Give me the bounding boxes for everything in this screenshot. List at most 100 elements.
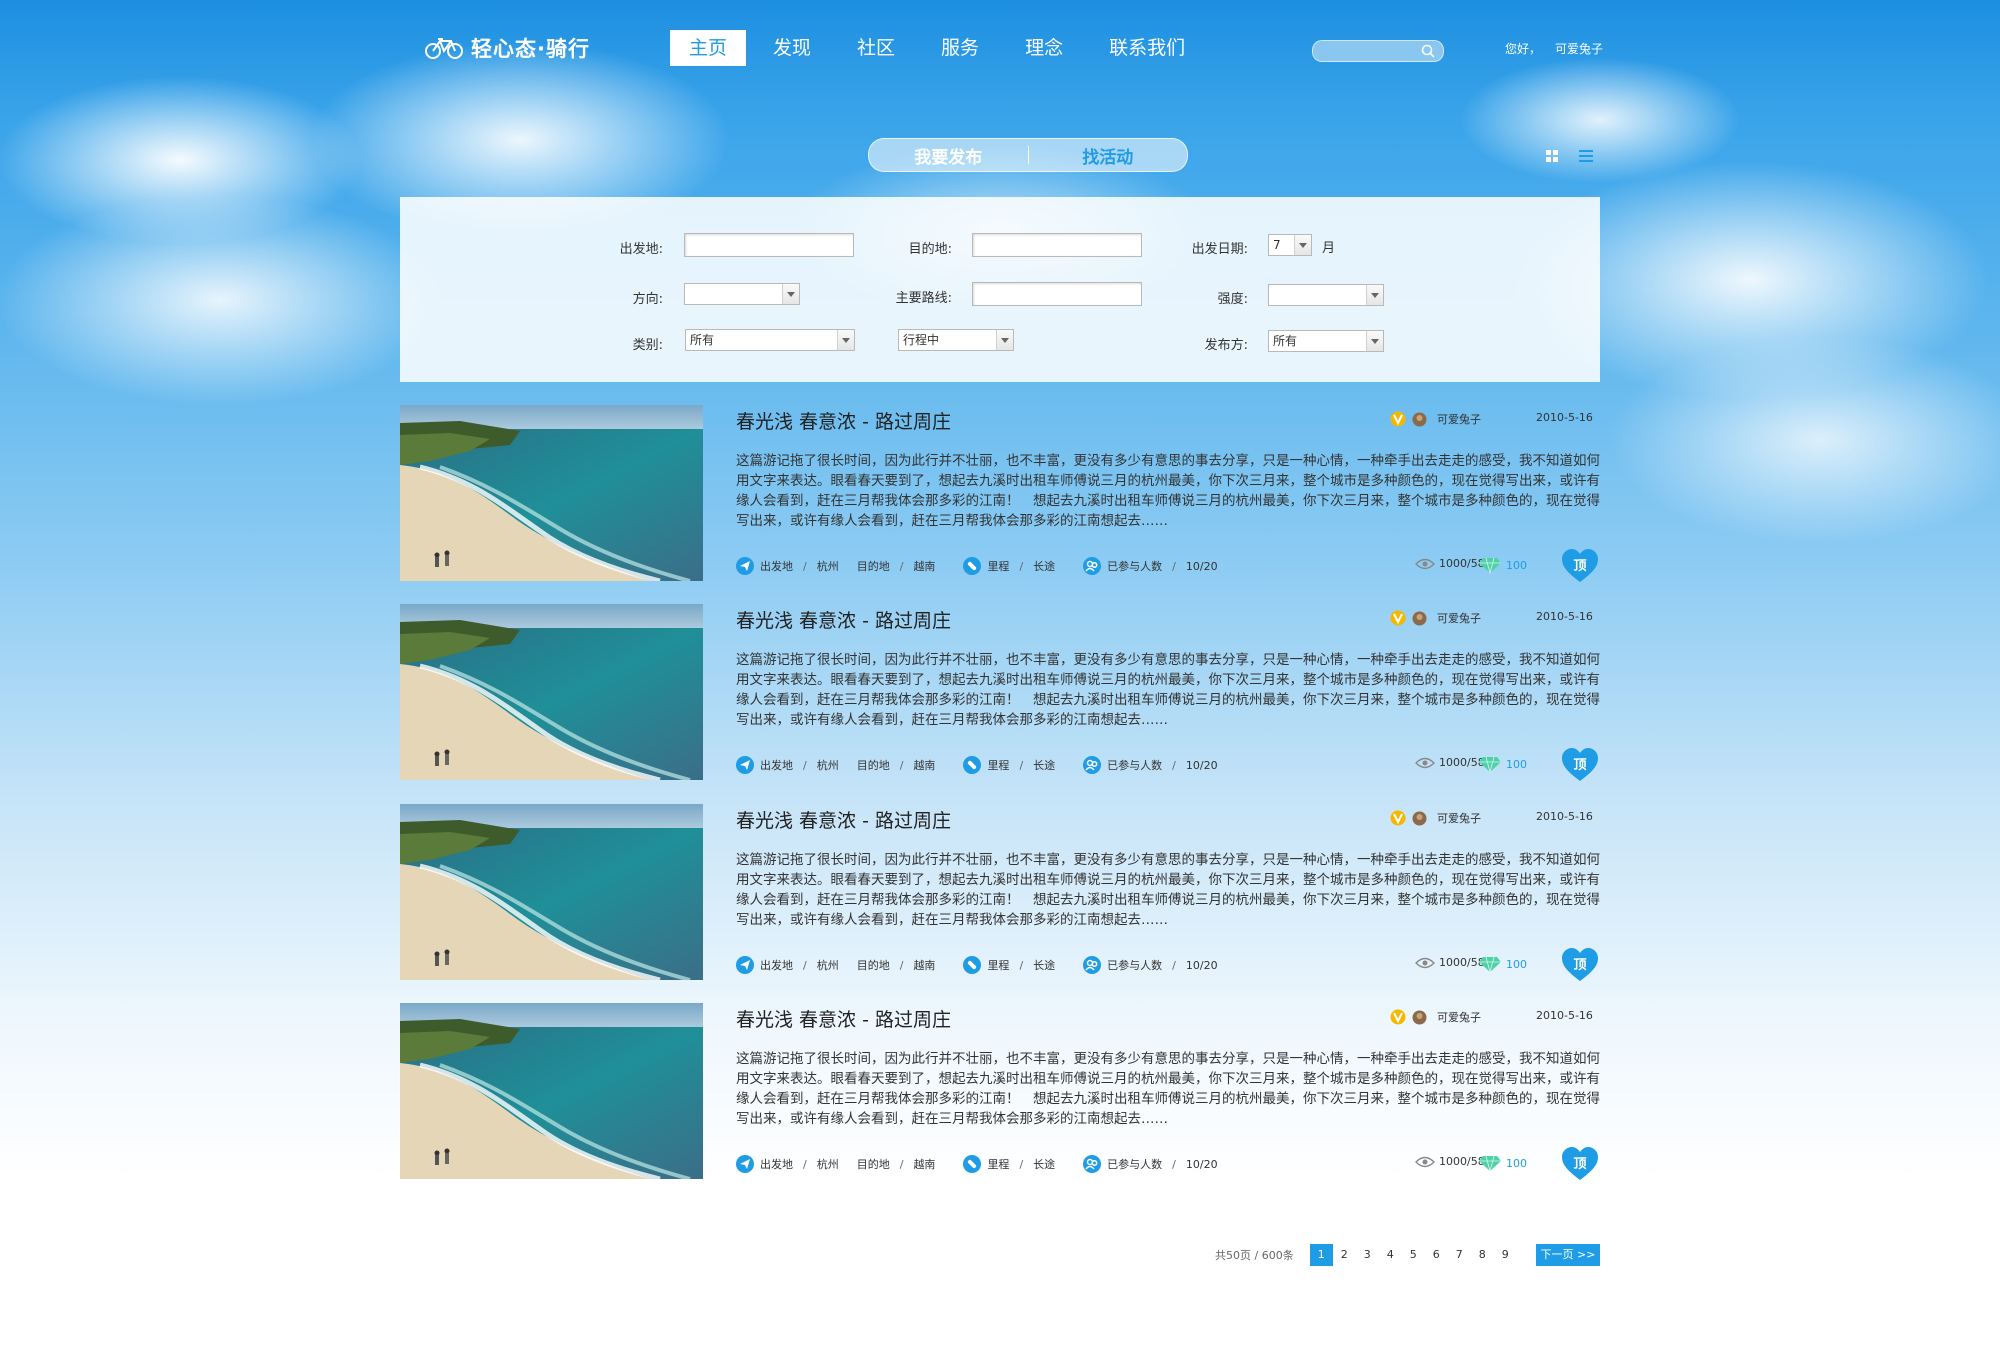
nav-home[interactable]: 主页 bbox=[670, 30, 747, 66]
status-value: 行程中 bbox=[903, 333, 940, 347]
route-label: 主要路线: bbox=[895, 291, 952, 306]
post-date: 2010-5-16 bbox=[1536, 411, 1593, 424]
origin-label: 出发地 bbox=[760, 959, 793, 972]
post-thumbnail[interactable] bbox=[400, 604, 703, 780]
month-select[interactable]: 7 bbox=[1268, 234, 1312, 256]
page-number[interactable]: 4 bbox=[1379, 1244, 1402, 1266]
page-number[interactable]: 2 bbox=[1333, 1244, 1356, 1266]
author-name[interactable]: 可爱兔子 bbox=[1437, 411, 1481, 427]
nav-philosophy[interactable]: 理念 bbox=[1006, 30, 1082, 66]
list-item[interactable]: 春光浅 春意浓 - 路过周庄 可爱兔子 2010-5-16 这篇游记拖了很长时间… bbox=[400, 1003, 1600, 1181]
post-date: 2010-5-16 bbox=[1536, 810, 1593, 823]
gem-count: 100 bbox=[1478, 556, 1527, 574]
nav-discover[interactable]: 发现 bbox=[754, 30, 830, 66]
separator: / bbox=[1172, 559, 1176, 573]
post-title[interactable]: 春光浅 春意浓 - 路过周庄 bbox=[736, 407, 951, 434]
paper-plane-icon bbox=[736, 1155, 754, 1173]
nav-community[interactable]: 社区 bbox=[838, 30, 914, 66]
list-item[interactable]: 春光浅 春意浓 - 路过周庄 可爱兔子 2010-5-16 这篇游记拖了很长时间… bbox=[400, 804, 1600, 982]
participants-value: 10/20 bbox=[1185, 758, 1218, 772]
upvote-button[interactable]: 顶 bbox=[1562, 948, 1598, 982]
separator: / bbox=[803, 758, 807, 772]
destination-value: 越南 bbox=[913, 1158, 936, 1171]
avatar[interactable] bbox=[1412, 611, 1427, 626]
list-view-icon[interactable] bbox=[1578, 148, 1594, 164]
post-title[interactable]: 春光浅 春意浓 - 路过周庄 bbox=[736, 606, 951, 633]
destination-input[interactable] bbox=[972, 233, 1142, 257]
destination-label: 目的地 bbox=[856, 959, 890, 972]
author-name[interactable]: 可爱兔子 bbox=[1437, 1009, 1481, 1025]
upvote-button[interactable]: 顶 bbox=[1562, 549, 1598, 583]
participants-value: 10/20 bbox=[1185, 958, 1218, 972]
upvote-button[interactable]: 顶 bbox=[1562, 1147, 1598, 1181]
username-link[interactable]: 可爱兔子 bbox=[1555, 40, 1603, 57]
destination-value: 越南 bbox=[913, 959, 936, 972]
page-number[interactable]: 7 bbox=[1448, 1244, 1471, 1266]
distance-label: 里程 bbox=[987, 1158, 1010, 1171]
search-icon[interactable] bbox=[1421, 44, 1435, 58]
month-unit: 月 bbox=[1322, 241, 1336, 256]
page-number[interactable]: 6 bbox=[1425, 1244, 1448, 1266]
vip-badge-icon bbox=[1390, 610, 1406, 626]
page-number[interactable]: 1 bbox=[1309, 1244, 1333, 1266]
publisher-select[interactable]: 所有 bbox=[1268, 330, 1384, 352]
distance-icon bbox=[963, 557, 982, 575]
month-value: 7 bbox=[1273, 238, 1281, 252]
tab-find-activity[interactable]: 找活动 bbox=[1029, 143, 1188, 168]
route-input[interactable] bbox=[972, 282, 1142, 306]
chevron-down-icon bbox=[1294, 235, 1311, 255]
author-name[interactable]: 可爱兔子 bbox=[1437, 810, 1481, 826]
search-box bbox=[1312, 40, 1444, 62]
post-thumbnail[interactable] bbox=[400, 804, 703, 980]
page-number[interactable]: 3 bbox=[1356, 1244, 1379, 1266]
author-name[interactable]: 可爱兔子 bbox=[1437, 610, 1481, 626]
destination-label: 目的地: bbox=[908, 242, 952, 257]
greeting-text: 您好， bbox=[1505, 42, 1542, 56]
upvote-label: 顶 bbox=[1573, 958, 1587, 973]
upvote-button[interactable]: 顶 bbox=[1562, 748, 1598, 782]
participants-label: 已参与人数 bbox=[1107, 560, 1163, 573]
site-logo[interactable]: 轻心态·骑行 bbox=[425, 34, 590, 62]
user-greeting: 您好， 可爱兔子 bbox=[1505, 40, 1603, 57]
distance-value: 长途 bbox=[1033, 759, 1056, 772]
beach-image bbox=[400, 804, 703, 980]
origin-value: 杭州 bbox=[816, 959, 839, 972]
distance-icon bbox=[963, 956, 982, 974]
chevron-down-icon bbox=[1366, 285, 1383, 305]
status-select[interactable]: 行程中 bbox=[898, 329, 1014, 351]
origin-input[interactable] bbox=[684, 233, 854, 257]
list-item[interactable]: 春光浅 春意浓 - 路过周庄 可爱兔子 2010-5-16 这篇游记拖了很长时间… bbox=[400, 604, 1600, 782]
search-input[interactable] bbox=[1321, 43, 1420, 61]
separator: / bbox=[1172, 1157, 1176, 1171]
page-number[interactable]: 9 bbox=[1494, 1244, 1517, 1266]
next-page-button[interactable]: 下一页 >> bbox=[1536, 1244, 1600, 1266]
post-thumbnail[interactable] bbox=[400, 405, 703, 581]
page-number[interactable]: 8 bbox=[1471, 1244, 1494, 1266]
destination-value: 越南 bbox=[913, 759, 936, 772]
gem-count-value: 100 bbox=[1506, 558, 1527, 572]
distance-icon bbox=[963, 756, 982, 774]
avatar[interactable] bbox=[1412, 412, 1427, 427]
direction-select[interactable] bbox=[684, 283, 800, 305]
category-select[interactable]: 所有 bbox=[685, 329, 855, 351]
intensity-select[interactable] bbox=[1268, 284, 1384, 306]
post-title[interactable]: 春光浅 春意浓 - 路过周庄 bbox=[736, 806, 951, 833]
upvote-label: 顶 bbox=[1573, 1157, 1587, 1172]
nav-contact[interactable]: 联系我们 bbox=[1090, 30, 1204, 66]
avatar[interactable] bbox=[1412, 1010, 1427, 1025]
destination-label: 目的地 bbox=[856, 759, 890, 772]
tab-publish[interactable]: 我要发布 bbox=[869, 143, 1028, 168]
nav-service[interactable]: 服务 bbox=[922, 30, 998, 66]
page-number[interactable]: 5 bbox=[1402, 1244, 1425, 1266]
post-title[interactable]: 春光浅 春意浓 - 路过周庄 bbox=[736, 1005, 951, 1032]
people-icon bbox=[1083, 557, 1102, 575]
gem-count-value: 100 bbox=[1506, 1156, 1527, 1170]
post-author: 可爱兔子 bbox=[1390, 610, 1481, 626]
origin-label: 出发地 bbox=[760, 759, 793, 772]
separator: / bbox=[803, 559, 807, 573]
avatar[interactable] bbox=[1412, 811, 1427, 826]
post-thumbnail[interactable] bbox=[400, 1003, 703, 1179]
list-item[interactable]: 春光浅 春意浓 - 路过周庄 可爱兔子 2010-5-16 这篇游记拖了很长时间… bbox=[400, 405, 1600, 583]
grid-view-icon[interactable] bbox=[1545, 149, 1559, 163]
eye-icon bbox=[1415, 957, 1435, 968]
